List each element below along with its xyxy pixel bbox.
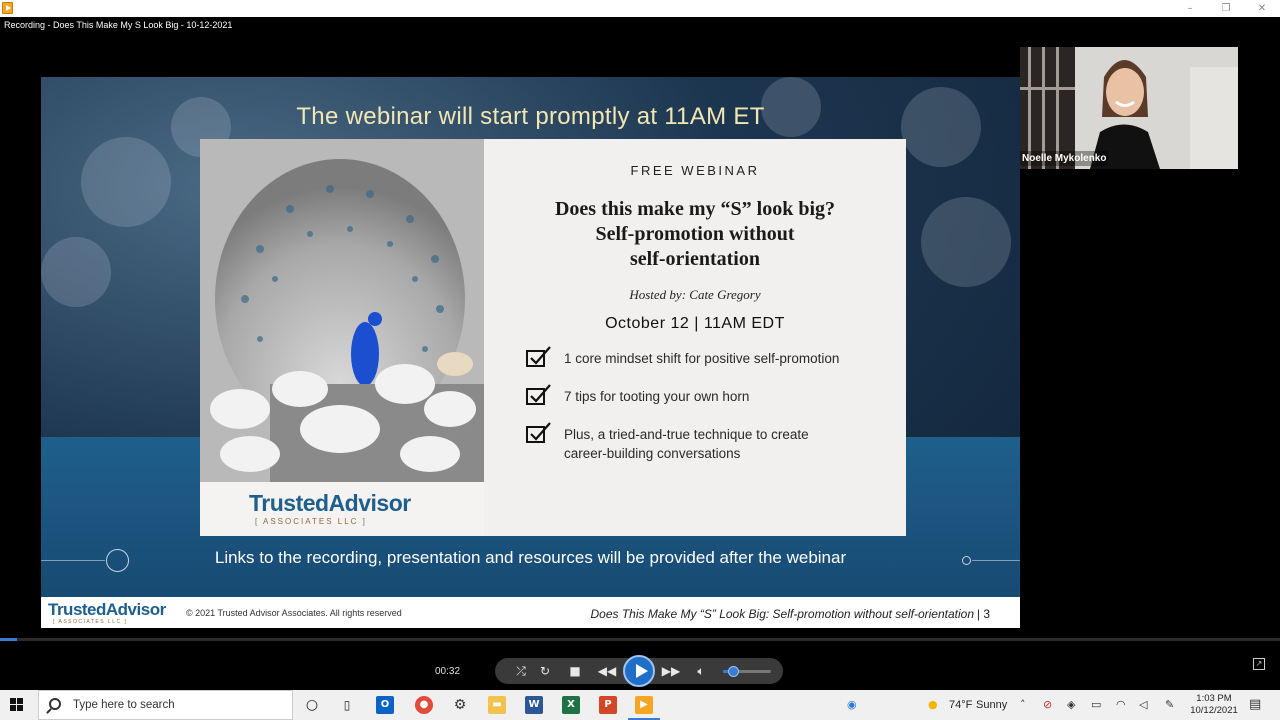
minimize-button[interactable]: –: [1173, 0, 1207, 17]
volume-icon[interactable]: 🔈︎: [691, 661, 711, 681]
notifications-icon[interactable]: ▤: [1249, 697, 1261, 712]
slide-page-number: | 3: [976, 607, 990, 621]
word-icon[interactable]: W: [525, 696, 543, 714]
webinar-title-line: Self-promotion without: [595, 223, 795, 245]
footer-logo: TrustedAdvisor: [48, 600, 166, 619]
shuffle-icon[interactable]: ⤮: [511, 661, 531, 681]
chrome-icon[interactable]: ●: [415, 696, 433, 714]
video-player[interactable]: Recording - Does This Make My S Look Big…: [0, 17, 1280, 690]
edge-icon[interactable]: ◉: [847, 698, 857, 711]
start-button[interactable]: [10, 698, 24, 712]
battery-icon[interactable]: ▭: [1091, 698, 1101, 711]
taskbar-clock[interactable]: 1:03 PM 10/12/2021: [1183, 693, 1245, 717]
bokeh-circle: [41, 237, 111, 307]
pen-icon[interactable]: ✎: [1165, 698, 1174, 711]
close-button[interactable]: ✕: [1245, 0, 1279, 17]
speaker-name-label: Noelle Mykolenko: [1020, 151, 1109, 166]
windows-taskbar: Type here to search ○ ▯ O ● ⚙ ▬ W X P ▶ …: [0, 690, 1280, 720]
file-explorer-icon[interactable]: ▬: [488, 696, 506, 714]
windows-logo-pane: [10, 705, 16, 711]
fullscreen-icon[interactable]: ↗: [1253, 658, 1265, 670]
restore-button[interactable]: ❐: [1209, 0, 1243, 17]
search-placeholder: Type here to search: [73, 699, 175, 711]
volume-slider-knob[interactable]: [727, 666, 739, 677]
outlook-icon[interactable]: O: [376, 696, 394, 714]
slide-bottom-bar: TrustedAdvisor [ ASSOCIATES LLC ] © 2021…: [41, 597, 1020, 628]
repeat-icon[interactable]: ↻: [535, 661, 555, 681]
trusted-advisor-logo-sub: [ ASSOCIATES LLC ]: [255, 517, 367, 526]
presentation-slide: The webinar will start promptly at 11AM …: [41, 77, 1020, 628]
checkbox-check-icon: [526, 384, 551, 405]
copyright-text: © 2021 Trusted Advisor Associates. All r…: [186, 608, 402, 618]
sunny-weather-icon: ●: [928, 698, 938, 711]
media-player-taskbar-icon[interactable]: ▶: [635, 696, 653, 714]
webinar-title: Does this make my “S” look big? Self-pro…: [484, 197, 906, 272]
bokeh-circle: [81, 137, 171, 227]
clock-date: 10/12/2021: [1190, 705, 1238, 716]
webinar-title-line: self-orientation: [630, 248, 760, 270]
weather-temperature[interactable]: 74°F: [949, 699, 972, 711]
seek-bar-progress: [0, 638, 17, 641]
slide-headline: The webinar will start promptly at 11AM …: [296, 103, 765, 130]
chevron-up-icon[interactable]: ˄: [1020, 698, 1026, 711]
volume-slider[interactable]: [723, 666, 771, 677]
security-icon[interactable]: ⊘: [1043, 698, 1052, 711]
card-logo-area: TrustedAdvisor [ ASSOCIATES LLC ]: [200, 482, 484, 536]
checkbox-check-icon: [526, 346, 551, 367]
settings-gear-icon[interactable]: ⚙: [451, 696, 469, 714]
bullet-text-line: career-building conversations: [564, 446, 741, 461]
recording-title: Recording - Does This Make My S Look Big…: [4, 20, 233, 30]
hosted-by: Hosted by: Cate Gregory: [629, 287, 761, 302]
free-webinar-label: FREE WEBINAR: [630, 163, 760, 178]
wifi-icon[interactable]: ◠: [1116, 698, 1126, 711]
bullet-text: Plus, a tried-and-true technique to crea…: [564, 425, 809, 463]
checkbox-check-icon: [526, 422, 551, 443]
playback-controls: ⤮ ↻ ■ ◀◀ ▶▶ 🔈︎: [495, 655, 783, 687]
peacock-illustration: [200, 139, 484, 482]
rewind-icon[interactable]: ◀◀: [595, 661, 619, 681]
bokeh-circle: [921, 197, 1011, 287]
taskbar-search-box[interactable]: Type here to search: [38, 690, 293, 720]
dropbox-icon[interactable]: ◈: [1067, 698, 1075, 711]
clock-time: 1:03 PM: [1196, 693, 1232, 704]
slide-footer-text: Links to the recording, presentation and…: [214, 548, 847, 567]
trusted-advisor-logo: TrustedAdvisor: [249, 490, 411, 516]
bullet-text-line: Plus, a tried-and-true technique to crea…: [564, 427, 809, 442]
deck-title: Does This Make My “S” Look Big: Self-pro…: [590, 607, 975, 621]
cortana-icon[interactable]: ○: [303, 696, 321, 714]
excel-icon[interactable]: X: [562, 696, 580, 714]
fast-forward-icon[interactable]: ▶▶: [659, 661, 683, 681]
seek-bar[interactable]: [0, 638, 1280, 641]
webinar-title-line: Does this make my “S” look big?: [554, 198, 836, 220]
window-titlebar: – ❐ ✕: [0, 0, 1280, 17]
play-button[interactable]: [623, 655, 655, 687]
media-player-app-icon: [2, 2, 13, 14]
elapsed-time: 00:32: [435, 666, 461, 677]
bullet-text: 7 tips for tooting your own horn: [564, 389, 750, 404]
task-view-icon[interactable]: ▯: [338, 696, 356, 714]
weather-description[interactable]: Sunny: [976, 699, 1007, 711]
windows-logo-pane: [10, 698, 16, 704]
bullet-text: 1 core mindset shift for positive self-p…: [564, 351, 840, 366]
speaker-volume-icon[interactable]: ◁: [1139, 698, 1147, 711]
webinar-date: October 12 | 11AM EDT: [605, 315, 785, 332]
search-icon: [49, 698, 61, 710]
powerpoint-icon[interactable]: P: [599, 696, 617, 714]
footer-logo-sub: [ ASSOCIATES LLC ]: [53, 619, 128, 625]
windows-logo-pane: [17, 698, 23, 704]
webinar-card: TrustedAdvisor [ ASSOCIATES LLC ] FREE W…: [200, 139, 906, 536]
card-text-panel: FREE WEBINAR Does this make my “S” look …: [484, 139, 906, 536]
stop-icon[interactable]: ■: [565, 661, 585, 681]
windows-logo-pane: [17, 705, 23, 711]
peacock-swans-image: [200, 139, 484, 482]
